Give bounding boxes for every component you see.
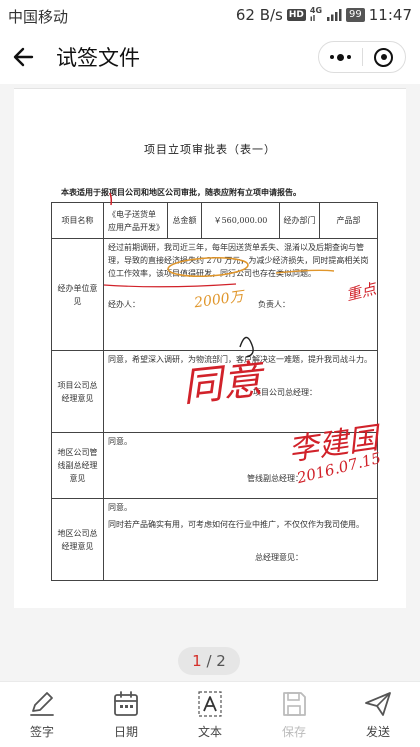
battery-icon: 99 <box>346 8 365 22</box>
handler-opinion-row: 经办单位意见 经过前期调研，我司近三年，每年因送货单丢失、混淆以及后期查询与管理… <box>51 238 378 351</box>
paper-plane-icon <box>365 692 391 716</box>
back-button[interactable] <box>8 41 42 73</box>
more-dot-icon <box>337 53 344 61</box>
hd-icon: HD <box>286 9 306 21</box>
close-button[interactable] <box>363 42 405 72</box>
page-title: 试签文件 <box>56 46 140 70</box>
carrier-name: 中国移动 <box>8 8 69 26</box>
regional-mgmt-text: 同意。 <box>108 437 132 446</box>
approval-form-table: 项目名称 《电子送货单应用产品开发》 总金额 ￥560,000.00 经办部门 … <box>51 202 378 581</box>
date-button[interactable]: 日期 <box>84 682 168 747</box>
current-page: 1 <box>192 652 202 670</box>
save-button[interactable]: 保存 <box>252 682 336 747</box>
status-bar: 中国移动 62 B/s HD 4G ıl 99 11:47 <box>0 0 420 30</box>
text-button-label: 文本 <box>197 725 222 739</box>
regional-gm-text-1: 同意。 <box>108 503 132 512</box>
nav-bar: 试签文件 <box>0 30 420 84</box>
bottom-toolbar: 签字 日期 文本 保存 发送 <box>0 681 420 747</box>
project-info-row: 项目名称 《电子送货单应用产品开发》 总金额 ￥560,000.00 经办部门 … <box>51 202 378 239</box>
network-bars-label: ıl <box>309 14 316 23</box>
more-button[interactable] <box>319 42 362 72</box>
total-amount-value: ￥560,000.00 <box>201 202 280 239</box>
regional-gm-label: 地区公司总经理意见 <box>51 498 104 581</box>
regional-mgmt-label: 地区公司管线副总经理意见 <box>51 432 104 499</box>
regional-mgmt-row: 地区公司管线副总经理意见 同意。 管线副总经理： <box>51 432 378 499</box>
regional-gm-sign-label: 总经理意见： <box>255 553 303 562</box>
regional-mgmt-sign-label: 管线副总经理： <box>247 474 303 483</box>
document-note: 本表适用于报项目公司和地区公司审批，随表应附有立项申请报告。 <box>61 187 301 197</box>
handler-opinion-label: 经办单位意见 <box>51 238 104 351</box>
more-dot-icon <box>347 55 351 59</box>
total-amount-label: 总金额 <box>167 202 202 239</box>
document-viewer[interactable]: 项目立项审批表（表一） 本表适用于报项目公司和地区公司审批，随表应附有立项申请报… <box>0 84 420 681</box>
status-indicators: 62 B/s HD 4G ıl 99 11:47 <box>236 5 412 25</box>
send-button-label: 发送 <box>365 725 390 739</box>
gm-opinion-cell: 同意，希望深入调研，为物流部门，客户解决这一难题，提升我司战斗力。 项目公司总经… <box>103 350 378 433</box>
handler-sign-line: 经办人： 负责人： <box>108 298 373 311</box>
text-box-icon <box>198 691 222 717</box>
handler-opinion-cell: 经过前期调研，我司近三年，每年因送货单丢失、混淆以及后期查询与管理，导致的直接经… <box>103 238 378 351</box>
clock: 11:47 <box>368 6 412 24</box>
back-arrow-icon <box>13 47 34 67</box>
network-type-icon: 4G ıl <box>310 7 322 23</box>
more-dot-icon <box>330 55 334 59</box>
network-speed: 62 B/s <box>235 6 283 24</box>
sign-button[interactable]: 签字 <box>0 682 84 747</box>
regional-gm-text-2: 同时若产品确实有用，可考虑如何在行业中推广，不仅仅作为我司使用。 <box>108 520 364 529</box>
document-title: 项目立项审批表（表一） <box>144 143 276 156</box>
save-button-label: 保存 <box>281 725 306 739</box>
target-center <box>380 54 387 60</box>
handler-responsible-label: 负责人： <box>258 300 290 309</box>
calendar-icon <box>114 691 138 716</box>
dept-label: 经办部门 <box>279 202 320 239</box>
regional-gm-cell: 同意。 同时若产品确实有用，可考虑如何在行业中推广，不仅仅作为我司使用。 总经理… <box>103 498 378 581</box>
signal-icon <box>327 9 342 21</box>
handler-opinion-text: 经过前期调研，我司近三年，每年因送货单丢失、混淆以及后期查询与管理，导致的直接经… <box>108 243 369 278</box>
send-button[interactable]: 发送 <box>336 682 420 747</box>
project-name-value: 《电子送货单应用产品开发》 <box>103 202 168 239</box>
document-page[interactable]: 项目立项审批表（表一） 本表适用于报项目公司和地区公司审批，随表应附有立项申请报… <box>14 88 406 608</box>
regional-mgmt-cell: 同意。 管线副总经理： <box>103 432 378 499</box>
page-separator: / <box>201 652 217 670</box>
gm-opinion-text: 同意，希望深入调研，为物流部门，客户解决这一难题，提升我司战斗力。 <box>108 355 372 364</box>
mini-program-capsule <box>318 41 406 73</box>
gm-opinion-label: 项目公司总经理意见 <box>51 350 104 433</box>
page-indicator: 1 / 2 <box>178 647 240 675</box>
date-button-label: 日期 <box>113 725 138 739</box>
total-pages: 2 <box>216 652 226 670</box>
gm-opinion-row: 项目公司总经理意见 同意，希望深入调研，为物流部门，客户解决这一难题，提升我司战… <box>51 350 378 433</box>
project-name-label: 项目名称 <box>51 202 104 239</box>
handler-person-label: 经办人： <box>108 300 140 309</box>
regional-gm-row: 地区公司总经理意见 同意。 同时若产品确实有用，可考虑如何在行业中推广，不仅仅作… <box>51 498 378 581</box>
save-disk-icon <box>283 692 306 716</box>
text-button[interactable]: 文本 <box>168 682 252 747</box>
gm-sign-label: 项目公司总经理： <box>253 388 317 397</box>
close-target-icon <box>374 47 394 67</box>
dept-value: 产品部 <box>319 202 378 239</box>
sign-button-label: 签字 <box>29 725 54 739</box>
pen-sign-icon <box>30 692 54 716</box>
